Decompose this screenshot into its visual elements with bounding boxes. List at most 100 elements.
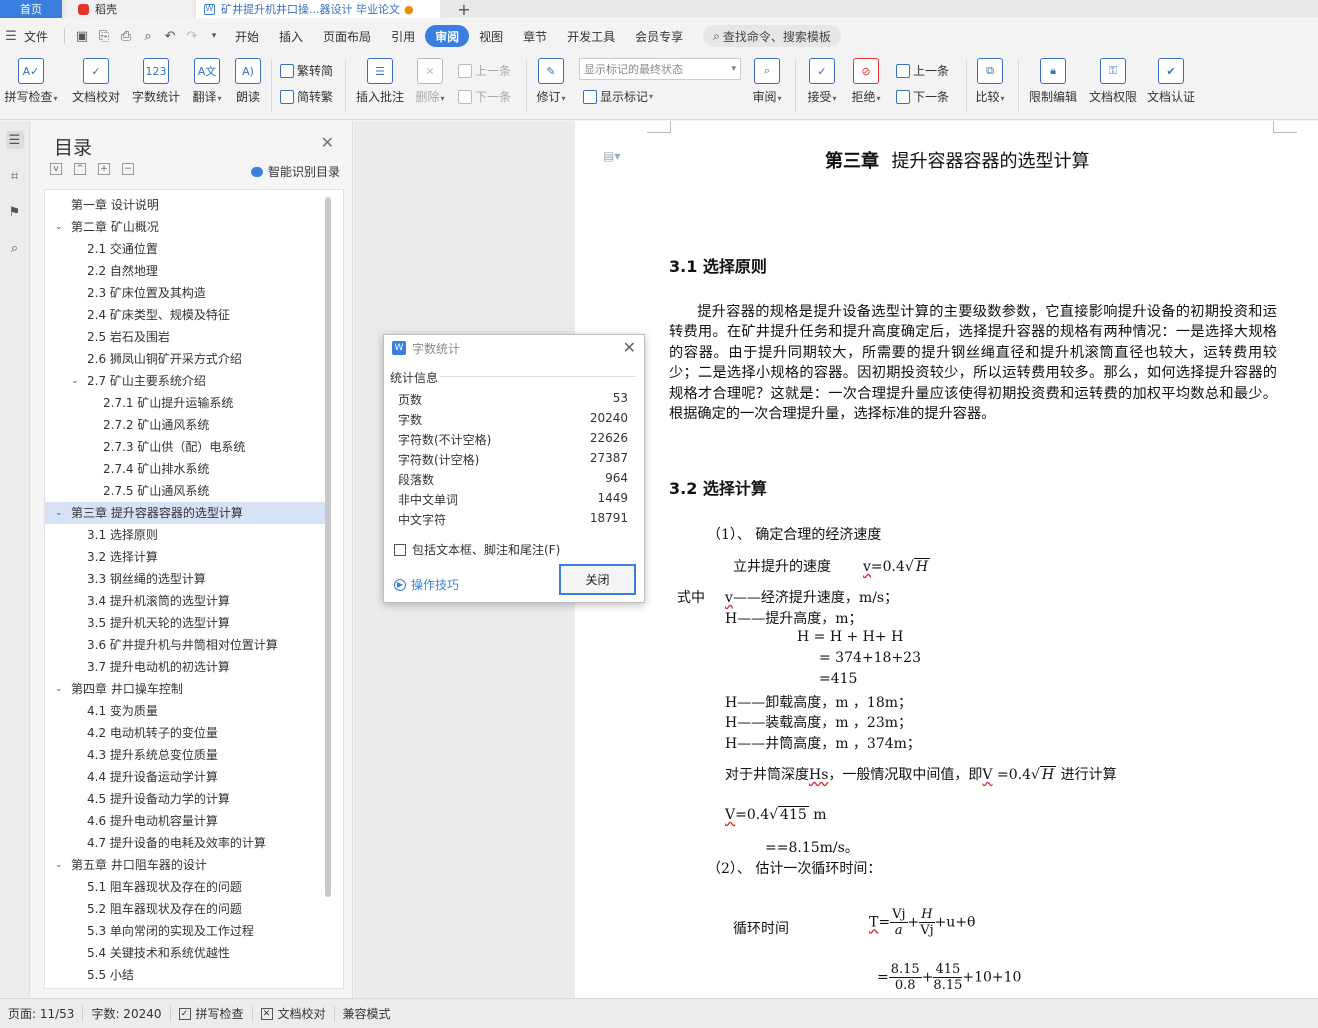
chevron-down-icon[interactable]: ⌄ (55, 216, 63, 238)
paragraph-menu-icon[interactable]: ▤▾ (603, 149, 620, 163)
menu-layout[interactable]: 页面布局 (313, 25, 381, 47)
toc-item[interactable]: 2.7.3 矿山供（配）电系统 (45, 436, 325, 458)
chevron-down-icon[interactable]: ⌄ (55, 854, 63, 876)
doc-rights-button[interactable]: ⚿ 文档权限 (1086, 54, 1140, 105)
navigation-icon[interactable]: ⌗ (6, 167, 24, 185)
simp-to-trad-button[interactable]: 简转繁 (280, 88, 333, 105)
accept-button[interactable]: ✓ 接受▾ (804, 54, 840, 105)
toc-item[interactable]: 2.4 矿床类型、规模及特征 (45, 304, 325, 326)
toc-item[interactable]: 5.2 阻车器现状及存在的问题 (45, 898, 325, 920)
menu-insert[interactable]: 插入 (269, 25, 313, 47)
toc-item[interactable]: 5.5 小结 (45, 964, 325, 986)
toc-item[interactable]: 4.1 变为质量 (45, 700, 325, 722)
show-markup-button[interactable]: 显示标记 ▾ (583, 88, 653, 105)
toc-item[interactable]: ⌄ 第三章 提升容器容器的选型计算 (45, 502, 325, 524)
menu-review[interactable]: 审阅 (425, 25, 470, 47)
spell-check-status[interactable]: ✓ 拼写检查 (171, 1005, 253, 1022)
print-preview-icon[interactable]: ⌕ (137, 29, 159, 44)
menu-start[interactable]: 开始 (225, 25, 269, 47)
toc-item[interactable]: 3.7 提升电动机的初选计算 (45, 656, 325, 678)
toc-item[interactable]: ⌄ 第四章 井口操车控制 (45, 678, 325, 700)
markup-state-select[interactable]: 显示标记的最终状态 ▾ (579, 58, 741, 80)
toc-scrollbar[interactable] (325, 197, 331, 897)
chevron-down-icon[interactable]: ⌄ (71, 370, 79, 392)
toc-item[interactable]: 2.7.1 矿山提升运输系统 (45, 392, 325, 414)
format-painter-icon[interactable]: ⎘ (93, 29, 115, 44)
toc-item[interactable]: 4.3 提升系统总变位质量 (45, 744, 325, 766)
toc-item[interactable]: 3.2 选择计算 (45, 546, 325, 568)
menu-member[interactable]: 会员专享 (625, 25, 693, 47)
menu-developer[interactable]: 开发工具 (557, 25, 625, 47)
toc-item[interactable]: 4.6 提升电动机容量计算 (45, 810, 325, 832)
collapse-all-icon[interactable]: ^ (74, 163, 86, 175)
compare-button[interactable]: ⧉ 比较▾ (972, 54, 1008, 105)
new-tab-button[interactable]: + (452, 0, 476, 19)
tab-document[interactable]: W 矿井提升机井口操...器设计 毕业论文 ● (196, 0, 440, 18)
include-notes-checkbox[interactable]: 包括文本框、脚注和尾注(F) (394, 541, 560, 558)
track-changes-button[interactable]: ✎ 修订▾ (532, 54, 570, 105)
translate-button[interactable]: A文 翻译▾ (188, 54, 226, 105)
toc-item[interactable]: 2.7.2 矿山通风系统 (45, 414, 325, 436)
doc-proof-button[interactable]: ✓ 文档校对 (70, 54, 122, 105)
undo-icon[interactable]: ↶ (159, 29, 181, 44)
tab-home[interactable]: 首页 (0, 0, 62, 18)
read-aloud-button[interactable]: A) 朗读 (232, 54, 264, 105)
toc-panel-icon[interactable]: ☰ (5, 131, 24, 149)
delete-comment-button[interactable]: ✕ 删除▾ (412, 54, 448, 105)
expand-all-icon[interactable]: v (50, 163, 62, 175)
toc-item[interactable]: 第一章 设计说明 (45, 194, 325, 216)
toc-item[interactable]: 2.5 岩石及围岩 (45, 326, 325, 348)
redo-icon[interactable]: ↷ (181, 29, 203, 44)
toc-item[interactable]: 2.6 狮凤山铜矿开采方式介绍 (45, 348, 325, 370)
toc-item[interactable]: 5.3 单向常闭的实现及工作过程 (45, 920, 325, 942)
chevron-down-icon[interactable]: ⌄ (55, 678, 63, 700)
remove-heading-icon[interactable]: − (122, 163, 134, 175)
proof-status[interactable]: ✕ 文档校对 (253, 1005, 335, 1022)
toc-item[interactable]: 2.1 交通位置 (45, 238, 325, 260)
prev-comment-button[interactable]: 上一条 (458, 62, 511, 79)
word-count-indicator[interactable]: 字数: 20240 (83, 1005, 171, 1022)
next-comment-button[interactable]: 下一条 (458, 88, 511, 105)
command-search[interactable]: ⌕ 查找命令、搜索模板 (703, 25, 841, 47)
review-pane-button[interactable]: ⌕ 审阅▾ (748, 54, 786, 105)
close-button[interactable]: 关闭 (559, 564, 636, 595)
page-indicator[interactable]: 页面: 11/53 (0, 1005, 84, 1022)
doc-cert-button[interactable]: ✔ 文档认证 (1144, 54, 1198, 105)
document-page[interactable]: ▤▾ 第三章 提升容器容器的选型计算 3.1 选择原则 提升容器的规格是提升设备… (575, 121, 1318, 998)
next-change-button[interactable]: 下一条 (896, 88, 949, 105)
toc-item[interactable]: 2.7.4 矿山排水系统 (45, 458, 325, 480)
close-icon[interactable]: ✕ (623, 338, 636, 357)
word-count-button[interactable]: 123 字数统计 (130, 54, 182, 105)
toc-item[interactable]: 2.3 矿床位置及其构造 (45, 282, 325, 304)
dialog-title-bar[interactable]: W 字数统计 (384, 335, 644, 361)
toc-item[interactable]: ⌄ 第五章 井口阻车器的设计 (45, 854, 325, 876)
close-icon[interactable]: ✕ (321, 133, 334, 152)
toc-item[interactable]: 5.4 关键技术和系统优越性 (45, 942, 325, 964)
tab-daoke[interactable]: 稻壳 (66, 0, 194, 18)
trad-to-simp-button[interactable]: 繁转简 (280, 62, 333, 79)
menu-hamburger-icon[interactable]: ☰ (0, 29, 22, 44)
toc-item[interactable]: 2.2 自然地理 (45, 260, 325, 282)
menu-file[interactable]: 文件 (22, 25, 58, 47)
reject-button[interactable]: ⊘ 拒绝▾ (848, 54, 884, 105)
bookmark-icon[interactable]: ⚑ (6, 203, 24, 221)
menu-references[interactable]: 引用 (381, 25, 425, 47)
prev-change-button[interactable]: 上一条 (896, 62, 949, 79)
tips-link[interactable]: ▶ 操作技巧 (394, 576, 459, 593)
toc-item[interactable]: ⌄ 第二章 矿山概况 (45, 216, 325, 238)
print-icon[interactable]: ⎙ (115, 29, 137, 44)
toc-item[interactable]: 3.4 提升机滚筒的选型计算 (45, 590, 325, 612)
toc-item[interactable]: 3.6 矿井提升机与井筒相对位置计算 (45, 634, 325, 656)
quick-access-dropdown-icon[interactable]: ▾ (203, 31, 225, 41)
toc-item[interactable]: 4.7 提升设备的电耗及效率的计算 (45, 832, 325, 854)
add-heading-icon[interactable]: + (98, 163, 110, 175)
search-icon[interactable]: ⌕ (6, 239, 24, 257)
toc-item[interactable]: 3.1 选择原则 (45, 524, 325, 546)
spell-check-button[interactable]: A✓ 拼写检查▾ (2, 54, 60, 105)
toc-item[interactable]: 5.1 阻车器现状及存在的问题 (45, 876, 325, 898)
smart-toc-button[interactable]: 智能识别目录 (250, 163, 340, 180)
toc-item[interactable]: ⌄ 2.7 矿山主要系统介绍 (45, 370, 325, 392)
toc-item[interactable]: 4.4 提升设备运动学计算 (45, 766, 325, 788)
toc-item[interactable]: 3.5 提升机天轮的选型计算 (45, 612, 325, 634)
save-icon[interactable]: ▣ (71, 29, 93, 44)
